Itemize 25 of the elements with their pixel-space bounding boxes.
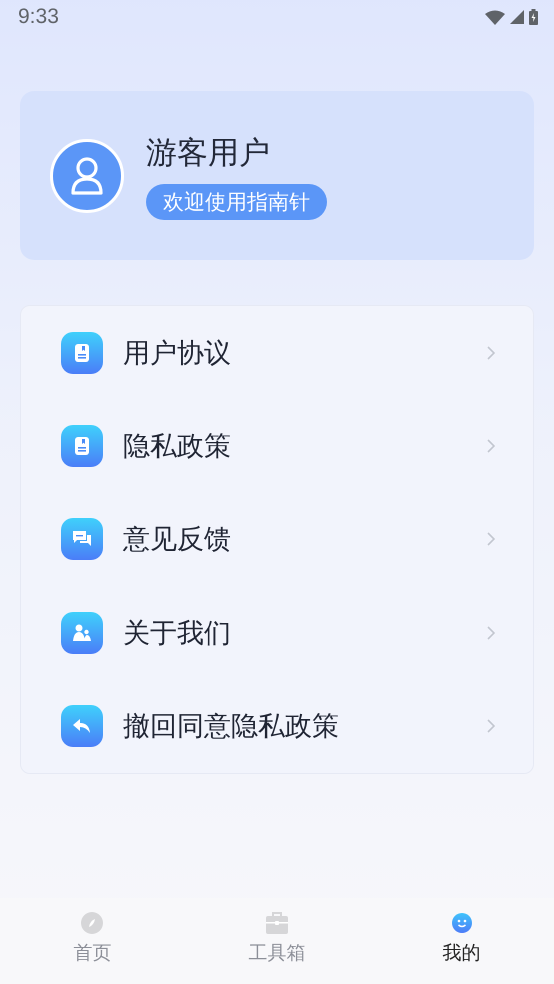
compass-icon (80, 911, 104, 935)
menu-item[interactable]: 用户协议 (21, 306, 533, 400)
toolbox-icon (265, 911, 289, 935)
menu-item[interactable]: 隐私政策 (21, 399, 533, 493)
wifi-icon (485, 10, 505, 24)
user-name: 游客用户 (146, 134, 270, 172)
welcome-badge: 欢迎使用指南针 (146, 184, 327, 220)
menu-item[interactable]: 关于我们 (21, 586, 533, 680)
people-icon (61, 612, 103, 654)
document-icon (61, 332, 103, 374)
chevron-right-icon (487, 626, 495, 640)
chevron-right-icon (487, 719, 495, 734)
chevron-right-icon (487, 439, 495, 454)
chevron-right-icon (487, 532, 495, 546)
menu-item[interactable]: 意见反馈 (21, 492, 533, 586)
battery-icon (529, 9, 538, 25)
nav-tab[interactable]: 我的 (369, 898, 554, 984)
smiley-icon (450, 911, 474, 935)
chevron-right-icon (487, 346, 495, 360)
menu-item[interactable]: 撤回同意隐私政策 (21, 680, 533, 773)
reply-arrow-icon (61, 705, 103, 748)
chat-icon (61, 518, 103, 560)
document-icon (61, 425, 103, 468)
signal-icon (510, 10, 524, 24)
status-time: 9:33 (18, 5, 59, 29)
